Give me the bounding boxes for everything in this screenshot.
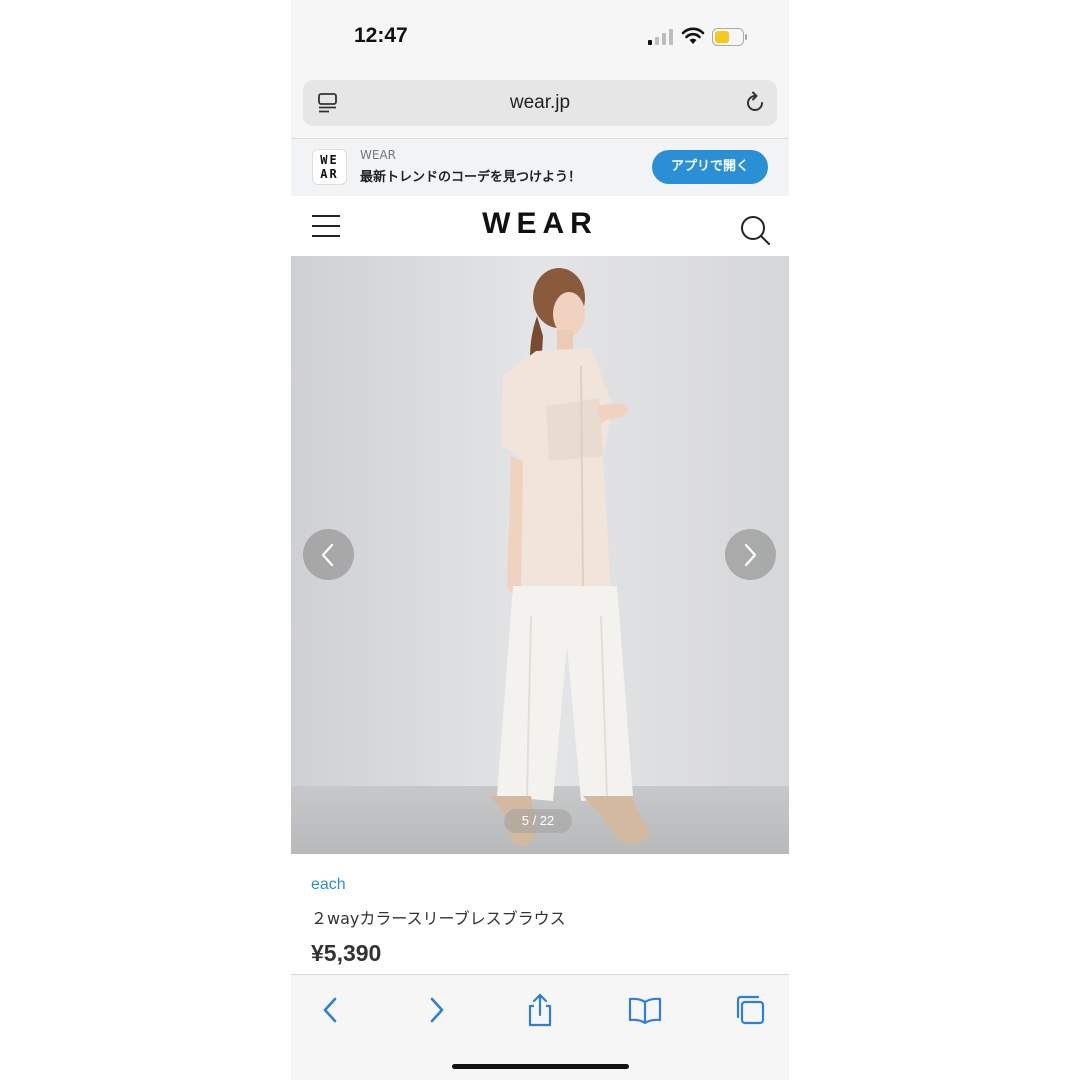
battery-icon [712, 28, 748, 50]
wifi-icon [681, 27, 705, 49]
forward-icon[interactable] [418, 992, 454, 1028]
product-photo [291, 256, 789, 854]
product-info: each ２wayカラースリーブレスブラウス ¥5,390 [291, 854, 789, 974]
chevron-right-icon [744, 543, 757, 567]
chevron-left-icon [321, 543, 334, 567]
browser-toolbar [291, 974, 789, 1080]
product-name: ２wayカラースリーブレスブラウス [311, 909, 566, 928]
reload-icon[interactable] [743, 91, 767, 119]
carousel-next-button[interactable] [725, 529, 776, 580]
bookmarks-icon[interactable] [627, 992, 663, 1028]
image-counter: 5 / 22 [504, 809, 572, 833]
address-bar[interactable]: wear.jp [303, 80, 777, 126]
back-icon[interactable] [313, 992, 349, 1028]
search-icon[interactable] [739, 214, 771, 250]
product-price: ¥5,390 [311, 940, 382, 966]
product-image-carousel[interactable]: 5 / 22 [291, 256, 789, 854]
site-logo[interactable]: WEAR [291, 207, 789, 241]
carousel-prev-button[interactable] [303, 529, 354, 580]
status-bar: 12:47 [291, 0, 789, 72]
url-text[interactable]: wear.jp [303, 92, 777, 114]
banner-tagline: 最新トレンドのコーデを見つけよう！ [360, 170, 582, 185]
phone-screen: 12:47 wear.jp WE AR WEAR 最新トレンドのコーデを見つけよ… [291, 0, 789, 1080]
site-header: WEAR [291, 196, 789, 256]
brand-link[interactable]: each [311, 876, 346, 894]
tabs-icon[interactable] [732, 992, 768, 1028]
cellular-signal-icon [648, 29, 674, 49]
banner-app-name: WEAR [360, 148, 396, 162]
share-icon[interactable] [522, 992, 558, 1028]
home-indicator[interactable] [452, 1064, 629, 1069]
status-time: 12:47 [354, 24, 408, 47]
wear-app-logo: WE AR [312, 149, 347, 185]
app-install-banner: WE AR WEAR 最新トレンドのコーデを見つけよう！ アプリで開く [291, 138, 789, 197]
open-in-app-button[interactable]: アプリで開く [652, 150, 768, 184]
